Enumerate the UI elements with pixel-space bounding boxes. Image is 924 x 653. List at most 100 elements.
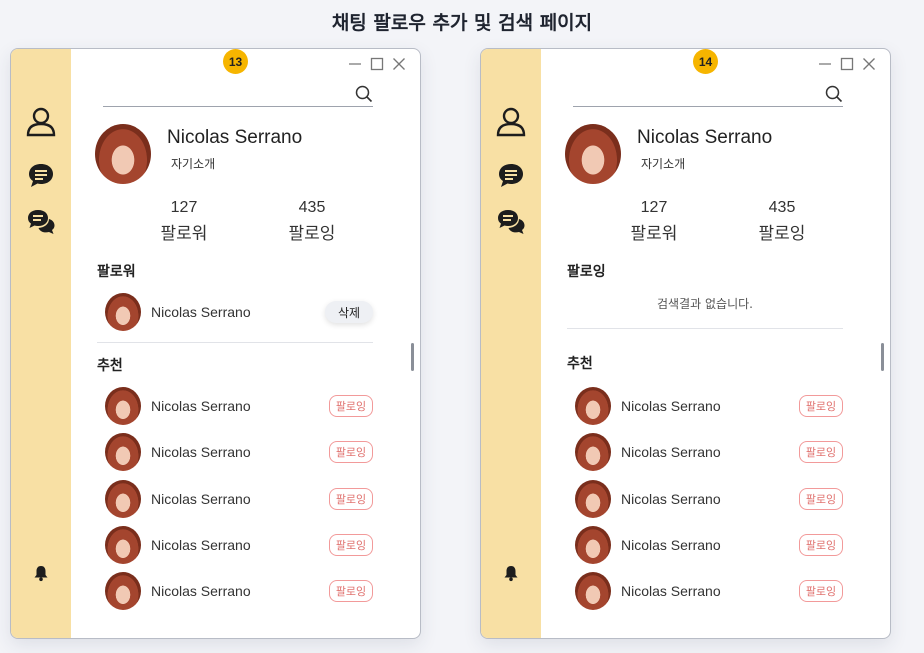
sidebar	[481, 49, 541, 638]
window-controls	[818, 57, 876, 71]
recommend-row: Nicolas Serrano 팔로잉	[575, 386, 843, 426]
user-name: Nicolas Serrano	[621, 583, 721, 599]
follower-row: Nicolas Serrano 삭제	[105, 292, 373, 332]
page-title: 채팅 팔로우 추가 및 검색 페이지	[331, 12, 593, 34]
chat-multi-icon[interactable]	[495, 207, 527, 239]
person-icon[interactable]	[25, 105, 57, 137]
close-icon[interactable]	[862, 57, 876, 71]
follow-button[interactable]: 팔로잉	[799, 534, 843, 556]
search-icon[interactable]	[355, 85, 373, 108]
divider	[567, 328, 843, 329]
stat-label: 팔로잉	[758, 224, 806, 244]
divider	[97, 342, 373, 343]
profile-avatar[interactable]	[565, 124, 621, 184]
user-name: Nicolas Serrano	[621, 491, 721, 507]
recommend-row: Nicolas Serrano 팔로잉	[575, 432, 843, 472]
bell-icon[interactable]	[495, 557, 527, 589]
chat-multi-icon[interactable]	[25, 207, 57, 239]
profile-bio: 자기소개	[641, 157, 686, 171]
profile-bio: 자기소개	[171, 157, 216, 171]
maximize-icon[interactable]	[840, 57, 854, 71]
recommend-row: Nicolas Serrano 팔로잉	[105, 386, 373, 426]
recommend-row: Nicolas Serrano 팔로잉	[105, 571, 373, 611]
follow-button[interactable]: 팔로잉	[329, 441, 373, 463]
user-name: Nicolas Serrano	[151, 444, 251, 460]
follow-button[interactable]: 팔로잉	[799, 488, 843, 510]
notification-badge: 13	[223, 49, 248, 74]
search-bar	[573, 83, 843, 107]
avatar[interactable]	[575, 387, 611, 425]
section-title-following: 팔로잉	[567, 264, 606, 280]
section-title-recommend: 추천	[97, 358, 123, 374]
avatar[interactable]	[105, 293, 141, 331]
notification-badge: 14	[693, 49, 718, 74]
chat-window-followers: 13 Nicolas Serrano 자기소개 127 팔로워 435 팔로잉 …	[10, 48, 421, 639]
avatar[interactable]	[575, 480, 611, 518]
recommend-row: Nicolas Serrano 팔로잉	[575, 479, 843, 519]
empty-result-text: 검색결과 없습니다.	[657, 297, 753, 311]
chat-window-following: 14 Nicolas Serrano 자기소개 127 팔로워 435 팔로잉 …	[480, 48, 891, 639]
recommend-row: Nicolas Serrano 팔로잉	[105, 479, 373, 519]
follow-button[interactable]: 팔로잉	[329, 488, 373, 510]
sidebar	[11, 49, 71, 638]
chat-bubble-icon[interactable]	[495, 159, 527, 191]
user-name: Nicolas Serrano	[151, 398, 251, 414]
scrollbar[interactable]	[881, 343, 884, 371]
user-name: Nicolas Serrano	[151, 491, 251, 507]
scrollbar[interactable]	[411, 343, 414, 371]
avatar[interactable]	[575, 572, 611, 610]
user-name: Nicolas Serrano	[151, 583, 251, 599]
profile-avatar[interactable]	[95, 124, 151, 184]
person-icon[interactable]	[495, 105, 527, 137]
section-title-followers: 팔로워	[97, 264, 136, 280]
search-icon[interactable]	[825, 85, 843, 108]
recommend-row: Nicolas Serrano 팔로잉	[575, 525, 843, 565]
chat-bubble-icon[interactable]	[25, 159, 57, 191]
follow-button[interactable]: 팔로잉	[329, 580, 373, 602]
follow-button[interactable]: 팔로잉	[329, 395, 373, 417]
user-name: Nicolas Serrano	[621, 398, 721, 414]
follow-button[interactable]: 팔로잉	[799, 580, 843, 602]
avatar[interactable]	[575, 433, 611, 471]
user-name: Nicolas Serrano	[151, 304, 251, 320]
window-controls	[348, 57, 406, 71]
follow-button[interactable]: 팔로잉	[799, 395, 843, 417]
maximize-icon[interactable]	[370, 57, 384, 71]
minimize-icon[interactable]	[348, 57, 362, 71]
avatar[interactable]	[105, 433, 141, 471]
recommend-row: Nicolas Serrano 팔로잉	[575, 571, 843, 611]
close-icon[interactable]	[392, 57, 406, 71]
stat-count: 435	[768, 199, 796, 216]
minimize-icon[interactable]	[818, 57, 832, 71]
stat-label: 팔로워	[160, 224, 208, 244]
stat-followers[interactable]: 127 팔로워	[139, 199, 229, 244]
stat-label: 팔로워	[630, 224, 678, 244]
avatar[interactable]	[105, 572, 141, 610]
user-name: Nicolas Serrano	[621, 444, 721, 460]
stat-followers[interactable]: 127 팔로워	[609, 199, 699, 244]
delete-button[interactable]: 삭제	[325, 301, 373, 323]
follow-button[interactable]: 팔로잉	[799, 441, 843, 463]
profile-name: Nicolas Serrano	[167, 127, 303, 148]
stat-count: 127	[170, 199, 198, 216]
avatar[interactable]	[105, 387, 141, 425]
stat-following[interactable]: 435 팔로잉	[737, 199, 827, 244]
follow-button[interactable]: 팔로잉	[329, 534, 373, 556]
user-name: Nicolas Serrano	[621, 537, 721, 553]
recommend-row: Nicolas Serrano 팔로잉	[105, 432, 373, 472]
stat-count: 127	[640, 199, 668, 216]
bell-icon[interactable]	[25, 557, 57, 589]
avatar[interactable]	[105, 526, 141, 564]
search-input[interactable]	[573, 83, 813, 105]
recommend-row: Nicolas Serrano 팔로잉	[105, 525, 373, 565]
stat-count: 435	[298, 199, 326, 216]
avatar[interactable]	[575, 526, 611, 564]
stat-following[interactable]: 435 팔로잉	[267, 199, 357, 244]
section-title-recommend: 추천	[567, 356, 593, 372]
profile-name: Nicolas Serrano	[637, 127, 773, 148]
avatar[interactable]	[105, 480, 141, 518]
user-name: Nicolas Serrano	[151, 537, 251, 553]
search-bar	[103, 83, 373, 107]
search-input[interactable]	[103, 83, 343, 105]
stat-label: 팔로잉	[288, 224, 336, 244]
